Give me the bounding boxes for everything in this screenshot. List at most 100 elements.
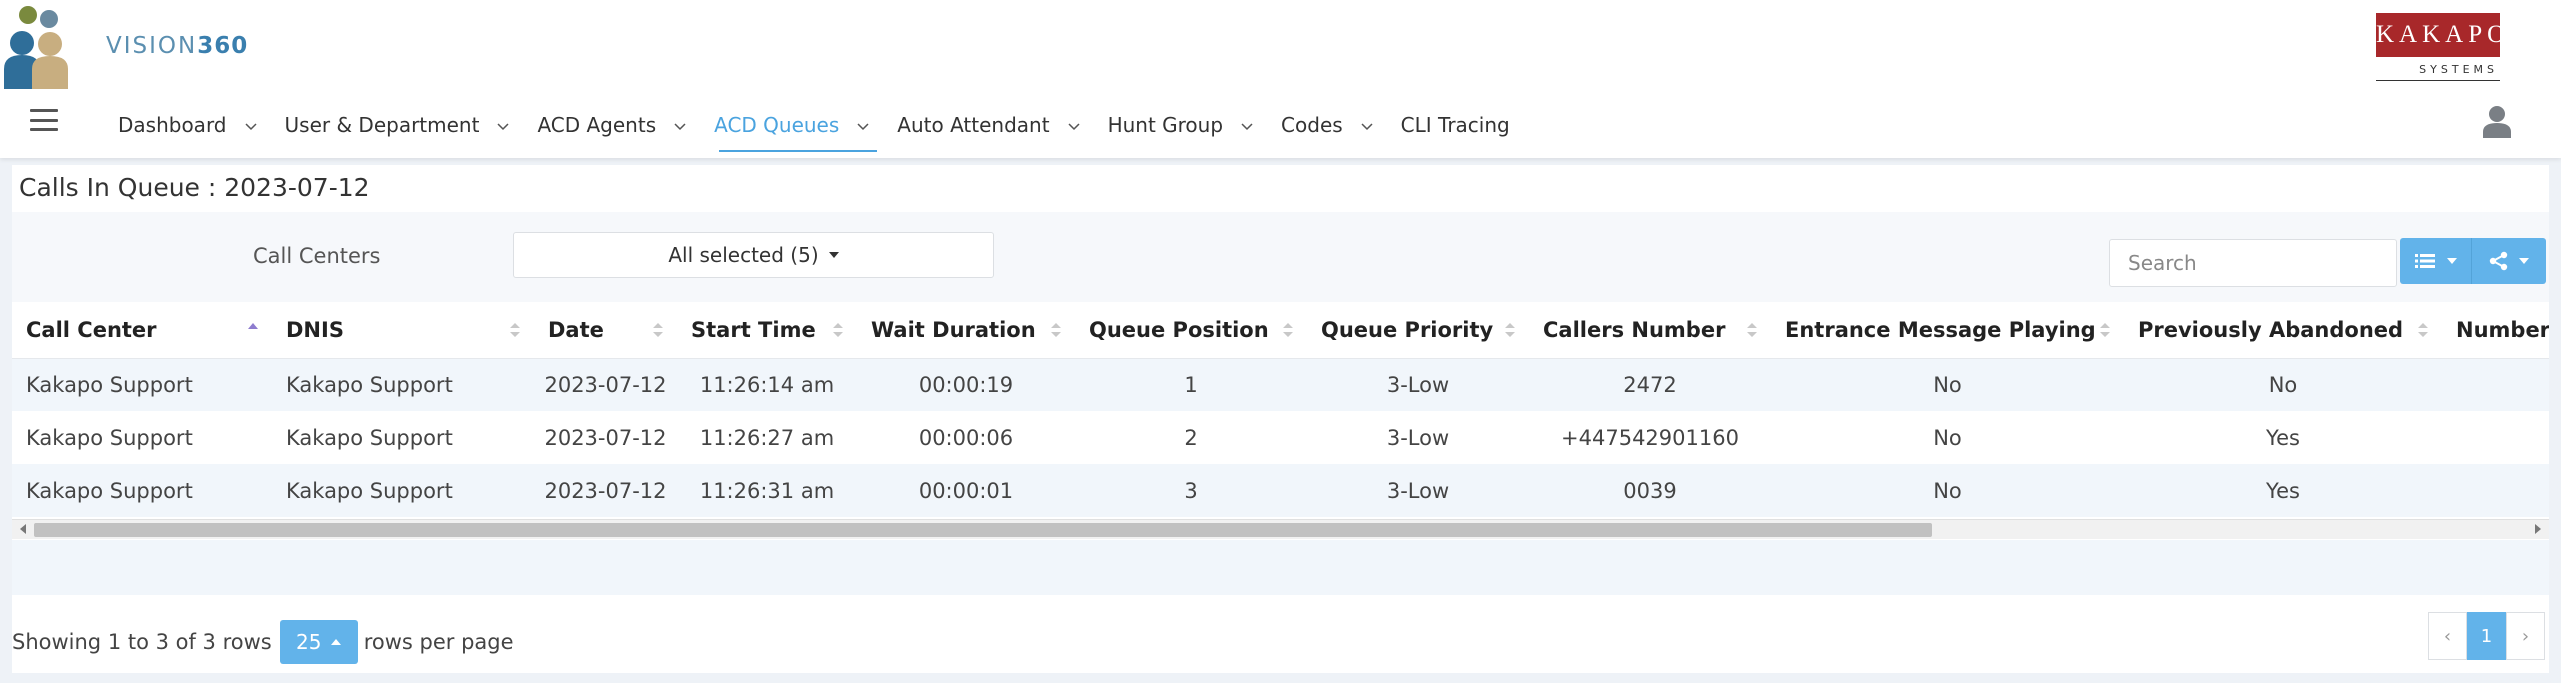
col-header-number-of[interactable]: Number of [2442, 302, 2549, 359]
cell-date: 2023-07-12 [534, 411, 677, 464]
pagination: ‹ 1 › [2428, 612, 2545, 660]
cell-start-time: 11:26:27 am [677, 411, 857, 464]
table-row[interactable]: Kakapo Support Kakapo Support 2023-07-12… [12, 358, 2549, 411]
cell-queue-position: 1 [1075, 358, 1307, 411]
cell-date: 2023-07-12 [534, 464, 677, 517]
sort-icon [1747, 323, 1757, 337]
cell-callers-number: 0039 [1529, 464, 1771, 517]
cell-queue-position: 3 [1075, 464, 1307, 517]
col-header-entrance-message[interactable]: Entrance Message Playing [1771, 302, 2124, 359]
scroll-left-icon[interactable] [20, 524, 26, 534]
chevron-down-icon [857, 123, 869, 131]
cell-start-time: 11:26:14 am [677, 358, 857, 411]
cell-callers-number: +447542901160 [1529, 411, 1771, 464]
cell-callers-number: 2472 [1529, 358, 1771, 411]
caret-down-icon [2446, 258, 2457, 264]
cell-number-of [2442, 464, 2549, 517]
menu-toggle-icon[interactable] [30, 109, 58, 131]
page-title: Calls In Queue : 2023-07-12 [19, 173, 370, 202]
sort-icon [510, 323, 520, 337]
pager-page-button[interactable]: 1 [2467, 612, 2506, 660]
call-centers-label: Call Centers [253, 244, 381, 268]
nav-user-department[interactable]: User & Department [285, 100, 510, 150]
col-header-dnis[interactable]: DNIS [272, 302, 534, 359]
caret-down-icon [2519, 258, 2529, 264]
nav-dashboard[interactable]: Dashboard [118, 100, 257, 150]
col-header-previously-abandoned[interactable]: Previously Abandoned [2124, 302, 2442, 359]
call-centers-select[interactable]: All selected (5) [513, 232, 994, 278]
rows-per-page-text: rows per page [363, 630, 514, 654]
cell-entrance-message: No [1771, 411, 2124, 464]
sort-icon [1283, 323, 1293, 337]
nav-label: Hunt Group [1107, 113, 1224, 137]
export-button[interactable] [2472, 238, 2546, 284]
nav-label: CLI Tracing [1400, 113, 1510, 137]
col-header-queue-priority[interactable]: Queue Priority [1307, 302, 1529, 359]
nav-hunt-group[interactable]: Hunt Group [1108, 100, 1253, 150]
cell-date: 2023-07-12 [534, 358, 677, 411]
nav-label: ACD Agents [537, 113, 657, 137]
vision360-logo-icon [4, 6, 68, 89]
cell-wait-duration: 00:00:19 [857, 358, 1075, 411]
chevron-down-icon [674, 123, 686, 131]
nav-auto-attendant[interactable]: Auto Attendant [897, 100, 1080, 150]
nav-acd-queues[interactable]: ACD Queues [714, 100, 878, 152]
user-profile-icon[interactable] [2482, 104, 2512, 138]
col-header-date[interactable]: Date [534, 302, 677, 359]
sort-icon [1051, 323, 1061, 337]
list-icon [2414, 254, 2435, 268]
cell-number-of [2442, 411, 2549, 464]
col-header-start-time[interactable]: Start Time [677, 302, 857, 359]
col-header-callers-number[interactable]: Callers Number [1529, 302, 1771, 359]
cell-entrance-message: No [1771, 464, 2124, 517]
calls-table: Call Center DNIS Date Start Time Wait Du… [12, 302, 2549, 517]
cell-entrance-message: No [1771, 358, 2124, 411]
share-icon [2489, 251, 2508, 271]
page-size-dropdown[interactable]: 25 [279, 620, 358, 664]
table-row[interactable]: Kakapo Support Kakapo Support 2023-07-12… [12, 411, 2549, 464]
cell-dnis: Kakapo Support [272, 464, 534, 517]
sort-icon [2418, 323, 2428, 337]
vendor-underline [2376, 80, 2500, 81]
sort-asc-icon [248, 323, 258, 329]
cell-previously-abandoned: Yes [2124, 411, 2442, 464]
nav-cli-tracing[interactable]: CLI Tracing [1401, 100, 1510, 150]
caret-up-icon [331, 639, 342, 645]
table-tools [2400, 238, 2546, 284]
showing-text: Showing 1 to 3 of 3 rows [12, 630, 272, 654]
pager-prev-button[interactable]: ‹ [2428, 612, 2467, 660]
col-header-wait-duration[interactable]: Wait Duration [857, 302, 1075, 359]
cell-previously-abandoned: No [2124, 358, 2442, 411]
scroll-right-icon[interactable] [2535, 524, 2541, 534]
chevron-down-icon [497, 123, 509, 131]
nav-codes[interactable]: Codes [1281, 100, 1373, 150]
calls-table-wrapper: Call Center DNIS Date Start Time Wait Du… [12, 302, 2549, 540]
chevron-down-icon [1241, 123, 1253, 131]
col-header-call-center[interactable]: Call Center [12, 302, 272, 359]
sort-icon [2100, 323, 2110, 337]
caret-down-icon [828, 252, 839, 258]
col-header-queue-position[interactable]: Queue Position [1075, 302, 1307, 359]
search-input[interactable] [2109, 239, 2397, 287]
vendor-sub: SYSTEMS [2419, 63, 2498, 76]
columns-toggle-button[interactable] [2400, 238, 2472, 284]
table-row[interactable]: Kakapo Support Kakapo Support 2023-07-12… [12, 464, 2549, 517]
top-header: VISION360 KAKAPO SYSTEMS Dashboard User … [0, 0, 2561, 158]
chevron-down-icon [1361, 123, 1373, 131]
horizontal-scrollbar[interactable] [12, 519, 2549, 539]
cell-call-center: Kakapo Support [12, 358, 272, 411]
sort-icon [833, 323, 843, 337]
nav-label: Codes [1281, 113, 1343, 137]
pager-next-button[interactable]: › [2506, 612, 2545, 660]
nav-label: ACD Queues [714, 113, 840, 137]
scrollbar-thumb[interactable] [34, 523, 1932, 537]
cell-queue-priority: 3-Low [1307, 411, 1529, 464]
cell-call-center: Kakapo Support [12, 411, 272, 464]
nav-label: Auto Attendant [897, 113, 1050, 137]
table-footer-band [12, 540, 2549, 595]
cell-call-center: Kakapo Support [12, 464, 272, 517]
cell-dnis: Kakapo Support [272, 411, 534, 464]
call-centers-value: All selected (5) [668, 243, 819, 267]
nav-acd-agents[interactable]: ACD Agents [537, 100, 686, 150]
sort-icon [1505, 323, 1515, 337]
